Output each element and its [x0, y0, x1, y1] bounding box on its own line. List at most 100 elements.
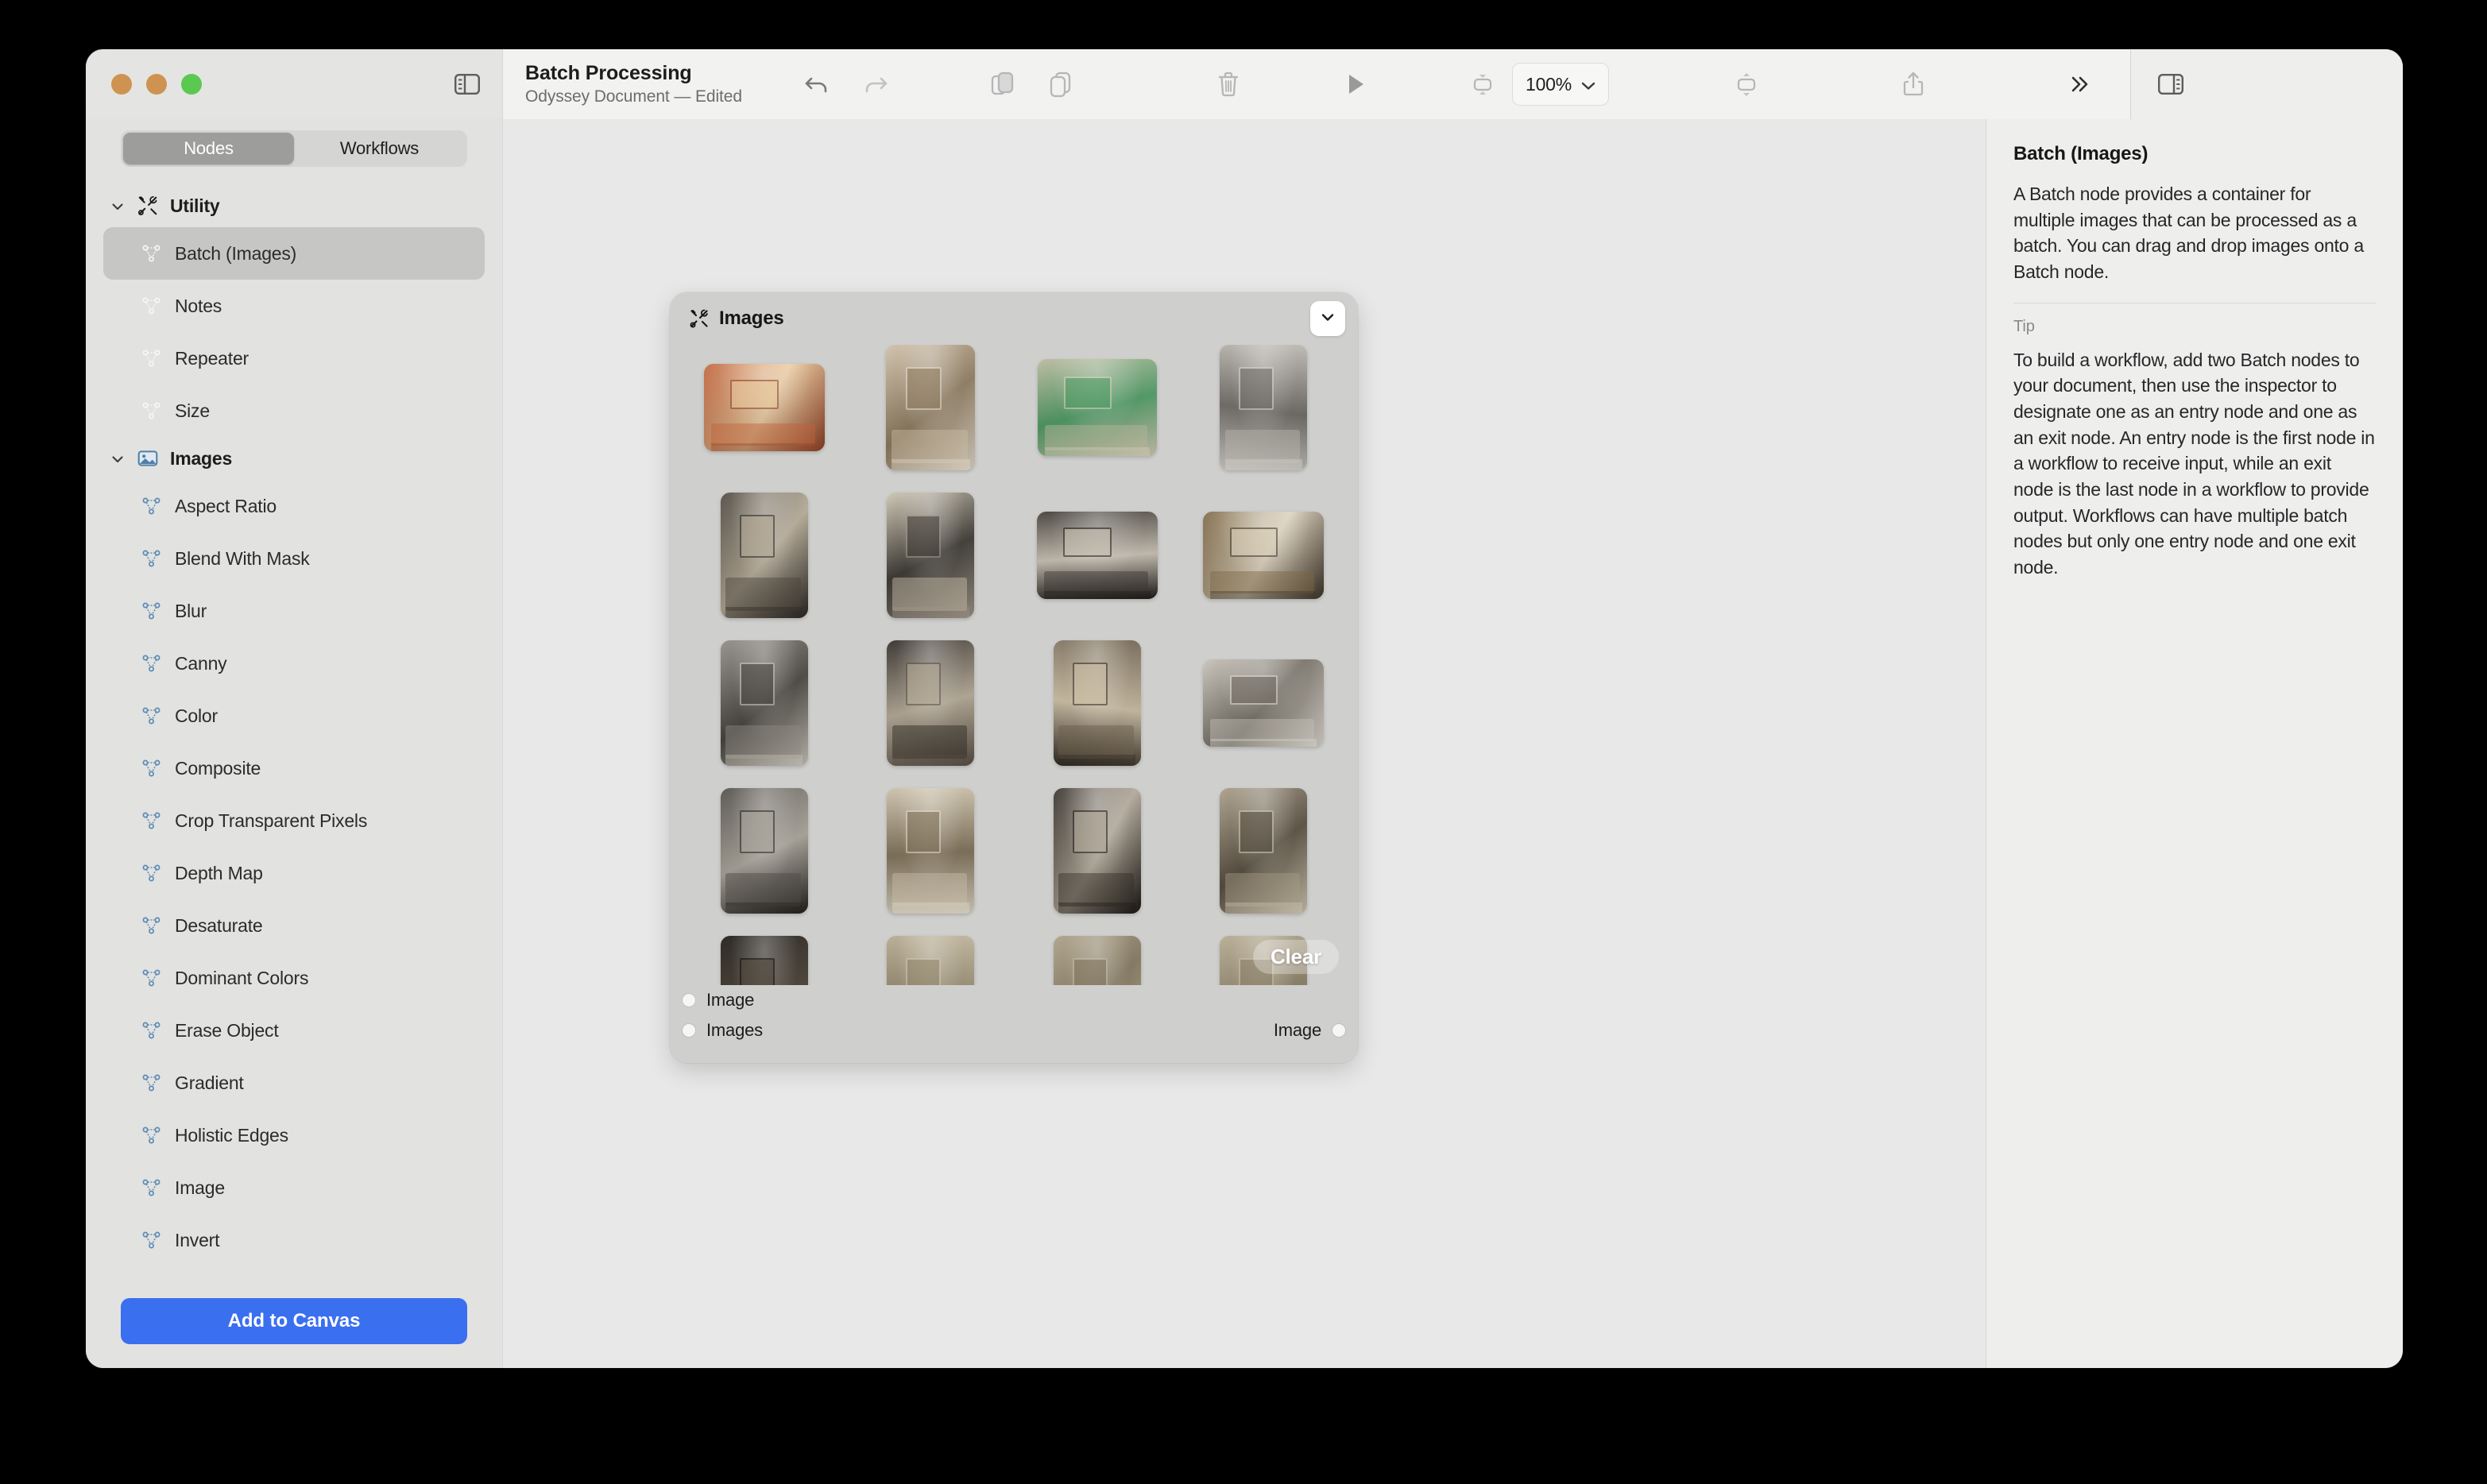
input-port-image[interactable]: Image	[670, 985, 1358, 1015]
sidebar-item-label: Crop Transparent Pixels	[175, 810, 368, 831]
output-port-image[interactable]: Image	[1274, 1020, 1345, 1041]
image-thumbnail[interactable]	[1203, 659, 1325, 747]
node-title: Images	[719, 307, 784, 329]
sidebar-item-depth-map[interactable]: Depth Map	[103, 847, 485, 899]
sidebar-item-batch-images[interactable]: Batch (Images)	[103, 227, 485, 280]
fit-height-button[interactable]	[1717, 60, 1776, 108]
tools-icon	[137, 195, 159, 217]
input-port-image-label: Image	[706, 990, 755, 1010]
app-window: Batch Processing Odyssey Document — Edit…	[86, 49, 2403, 1368]
duplicate-button[interactable]	[1032, 60, 1091, 108]
image-thumbnail[interactable]	[887, 493, 975, 618]
left-sidebar-toggle-icon[interactable]	[453, 73, 482, 95]
clear-button[interactable]: Clear	[1252, 940, 1339, 974]
image-thumbnail[interactable]	[720, 936, 808, 985]
add-to-canvas-button[interactable]: Add to Canvas	[121, 1298, 467, 1344]
zoom-select[interactable]: 100%	[1512, 63, 1610, 106]
node-collapse-button[interactable]	[1310, 301, 1345, 336]
sidebar-item-label: Color	[175, 705, 218, 726]
node-graph-icon	[141, 1230, 162, 1250]
minimize-button[interactable]	[146, 74, 167, 95]
sidebar-item-image[interactable]: Image	[103, 1161, 485, 1214]
sidebar-item-holistic-edges[interactable]: Holistic Edges	[103, 1109, 485, 1161]
sidebar-item-notes[interactable]: Notes	[103, 280, 485, 332]
sidebar-group-images[interactable]: Images	[103, 437, 485, 480]
image-thumbnail[interactable]	[886, 345, 976, 470]
close-button[interactable]	[111, 74, 132, 95]
undo-button[interactable]	[787, 60, 846, 108]
tab-workflows[interactable]: Workflows	[294, 133, 465, 164]
sidebar-item-label: Canny	[175, 652, 227, 674]
inspector-panel: Batch (Images) A Batch node provides a c…	[1986, 119, 2403, 1368]
inspector-title: Batch (Images)	[2013, 143, 2149, 164]
port-dot-icon[interactable]	[683, 1024, 695, 1037]
node-graph-icon	[141, 348, 162, 369]
sidebar-item-aspect-ratio[interactable]: Aspect Ratio	[103, 480, 485, 532]
chevron-down-icon	[1321, 311, 1334, 326]
image-thumbnail[interactable]	[1036, 512, 1158, 599]
clear-button-label: Clear	[1270, 945, 1321, 968]
sidebar-item-label: Composite	[175, 757, 261, 779]
node-graph-icon	[141, 810, 162, 831]
node-library-list[interactable]: Utility Batch (Images) Notes Repeater Size Im…	[86, 180, 502, 1290]
titlebar-right	[2130, 49, 2403, 119]
sidebar-group-utility[interactable]: Utility	[103, 184, 485, 227]
tab-nodes[interactable]: Nodes	[123, 133, 294, 164]
share-button[interactable]	[1884, 60, 1943, 108]
image-thumbnail[interactable]	[703, 364, 825, 451]
run-button[interactable]	[1326, 60, 1385, 108]
sidebar-item-dominant-colors[interactable]: Dominant Colors	[103, 952, 485, 1004]
sidebar-item-label: Blur	[175, 600, 207, 621]
add-to-canvas-label: Add to Canvas	[227, 1310, 361, 1331]
sidebar-item-repeater[interactable]: Repeater	[103, 332, 485, 385]
node-canvas[interactable]: Images Clear Image Images Image	[502, 119, 1986, 1368]
fit-width-button[interactable]	[1453, 60, 1512, 108]
image-thumbnail[interactable]	[1037, 359, 1157, 456]
sidebar-item-erase-object[interactable]: Erase Object	[103, 1004, 485, 1057]
node-graph-icon	[141, 968, 162, 988]
copy-button[interactable]	[973, 60, 1032, 108]
image-thumbnail[interactable]	[887, 936, 975, 985]
inspector-tip-label: Tip	[2013, 317, 2035, 335]
image-thumbnail[interactable]	[720, 788, 808, 914]
image-thumbnail[interactable]	[887, 640, 975, 766]
sidebar-item-label: Erase Object	[175, 1019, 279, 1041]
sidebar-item-composite[interactable]: Composite	[103, 742, 485, 794]
delete-button[interactable]	[1199, 60, 1258, 108]
page-title: Batch Processing	[525, 61, 692, 84]
right-sidebar-toggle-icon[interactable]	[2156, 73, 2185, 95]
sidebar-item-blend-with-mask[interactable]: Blend With Mask	[103, 532, 485, 585]
image-grid-area[interactable]: Clear	[670, 345, 1358, 985]
image-thumbnail-grid[interactable]	[694, 345, 1334, 985]
sidebar-item-invert[interactable]: Invert	[103, 1214, 485, 1266]
zoom-button[interactable]	[181, 74, 202, 95]
sidebar-item-size[interactable]: Size	[103, 385, 485, 437]
image-thumbnail[interactable]	[720, 493, 808, 618]
image-thumbnail[interactable]	[1053, 788, 1141, 914]
sidebar-item-blur[interactable]: Blur	[103, 585, 485, 637]
input-port-images[interactable]: Images Image	[670, 1015, 1358, 1045]
image-thumbnail[interactable]	[887, 788, 975, 914]
image-thumbnail[interactable]	[1053, 640, 1141, 766]
sidebar-item-label: Holistic Edges	[175, 1124, 288, 1146]
node-graph-icon	[141, 863, 162, 883]
sidebar-item-canny[interactable]: Canny	[103, 637, 485, 690]
node-header[interactable]: Images	[670, 292, 1358, 345]
sidebar-item-label: Notes	[175, 295, 222, 316]
sidebar-item-desaturate[interactable]: Desaturate	[103, 899, 485, 952]
port-dot-icon[interactable]	[683, 994, 695, 1007]
image-thumbnail[interactable]	[1053, 936, 1141, 985]
more-button[interactable]	[2051, 60, 2110, 108]
redo-button[interactable]	[846, 60, 905, 108]
image-thumbnail[interactable]	[1220, 788, 1308, 914]
image-thumbnail[interactable]	[720, 640, 808, 766]
image-thumbnail[interactable]	[1220, 345, 1308, 470]
sidebar-item-label: Batch (Images)	[175, 242, 297, 264]
sidebar-item-crop-transparent-pixels[interactable]: Crop Transparent Pixels	[103, 794, 485, 847]
image-thumbnail[interactable]	[1203, 512, 1325, 599]
sidebar-item-color[interactable]: Color	[103, 690, 485, 742]
sidebar-item-gradient[interactable]: Gradient	[103, 1057, 485, 1109]
batch-images-node[interactable]: Images Clear Image Images Image	[670, 292, 1358, 1063]
port-dot-icon[interactable]	[1332, 1024, 1345, 1037]
titlebar: Batch Processing Odyssey Document — Edit…	[86, 49, 2403, 119]
